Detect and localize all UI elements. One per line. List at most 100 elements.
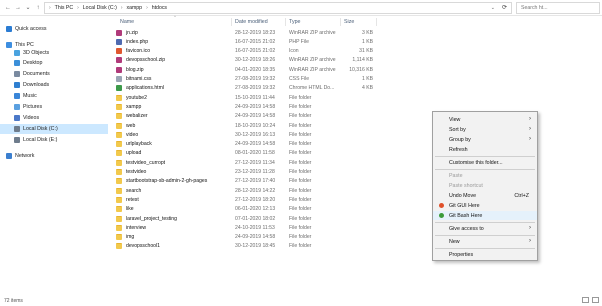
file-row[interactable]: testvideo_curropt 27-12-2019 11:34 File fo… [114,158,384,167]
file-row[interactable]: blog.zip 04-01-2020 18:35 WinRAR ZIP archi… [114,65,384,74]
forward-arrow-icon[interactable]: → [14,4,22,12]
file-row[interactable]: xampp 24-09-2019 14:58 File folder [114,102,384,111]
breadcrumb-xampp[interactable]: xampp [126,5,142,11]
documents-icon [14,71,20,77]
search-input[interactable]: Search ht... [516,2,600,14]
file-date-modified: 27-08-2019 19:32 [235,85,276,92]
breadcrumb-this-pc[interactable]: This PC [55,5,73,11]
menu-item-give-access-to[interactable]: Give access to › [433,224,537,233]
file-row[interactable]: upload 08-01-2020 11:58 File folder [114,149,384,158]
details-view-icon[interactable] [582,297,589,303]
menu-item-group-by[interactable]: Group by › [433,135,537,144]
file-row[interactable]: img 24-09-2019 14:58 File folder [114,233,384,242]
file-name: devopsschool.zip [126,57,166,64]
file-row[interactable]: applications.html 27-08-2019 19:32 Chrome … [114,84,384,93]
menu-item-git-bash-here[interactable]: Git Bash Here [433,211,537,220]
menu-item-label: Properties [449,251,474,258]
nav-item-desktop[interactable]: Desktop [0,58,108,68]
column-header-date-modified[interactable]: Date modified [235,19,268,25]
file-date-modified: 18-10-2019 10:24 [235,122,276,129]
file-size: 1,114 KB [352,57,373,64]
nav-item-music[interactable]: Music [0,91,108,101]
chrome-icon [116,85,122,92]
file-row[interactable]: youtube2 15-10-2019 11:44 File folder [114,93,384,102]
file-row[interactable]: testvideo 23-12-2019 11:28 File folder [114,168,384,177]
file-date-modified: 24-09-2019 14:58 [235,103,276,110]
file-row[interactable]: like 06-01-2020 12:13 File folder [114,205,384,214]
nav-item-pictures[interactable]: Pictures [0,102,108,112]
breadcrumb-separator-icon[interactable]: › [121,5,123,11]
file-row[interactable]: urlplayback 24-09-2019 14:58 File folder [114,140,384,149]
nav-item-label: Local Disk (C:) [23,126,58,132]
nav-item-label: Quick access [15,26,47,32]
nav-item-local-disk-c[interactable]: Local Disk (C:) [0,124,108,134]
breadcrumb-local-disk[interactable]: Local Disk (C:) [83,5,117,11]
file-name: startbootstrap-sb-admin-2-gh-pages [126,178,208,185]
file-row[interactable]: laravel_project_testing 07-01-2020 18:02 F… [114,214,384,223]
css-file-icon [116,76,122,82]
menu-item-refresh[interactable]: Refresh [433,145,537,154]
breadcrumb-separator-icon[interactable]: › [77,5,79,11]
menu-item-label: View [449,116,461,123]
up-arrow-icon[interactable]: ↑ [34,4,42,12]
nav-item-label: Documents [23,71,50,77]
column-divider[interactable] [285,18,286,26]
column-headers: Name ^ Date modified Type Size [114,14,394,27]
file-row[interactable]: favicon.ico 16-07-2015 21:02 Icon 31 KB [114,47,384,56]
file-row[interactable]: devopsschool1 30-12-2019 18:45 File folder [114,242,384,251]
column-divider[interactable] [231,18,232,26]
folder-icon [116,122,122,129]
file-type: WinRAR ZIP archive [289,29,336,36]
nav-item-3d-objects[interactable]: 3D Objects [0,48,108,58]
file-row[interactable]: retest 27-12-2019 18:20 File folder [114,195,384,204]
file-row[interactable]: jn.zip 28-12-2019 18:23 WinRAR ZIP archive… [114,28,384,37]
folder-icon [116,178,122,185]
nav-item-videos[interactable]: Videos [0,113,108,123]
menu-item-label: Sort by [449,126,466,133]
menu-item-sort-by[interactable]: Sort by › [433,125,537,134]
address-bar[interactable]: › This PC › Local Disk (C:) › xampp › ht… [44,2,512,14]
column-header-name[interactable]: Name [120,19,134,25]
file-type: File folder [289,141,312,148]
file-row[interactable]: video 30-12-2019 16:13 File folder [114,130,384,139]
nav-item-local-disk-e[interactable]: Local Disk (E:) [0,135,108,145]
breadcrumb-separator-icon[interactable]: › [146,5,148,11]
file-row[interactable]: interview 24-10-2019 11:53 File folder [114,223,384,232]
column-header-size[interactable]: Size [344,19,354,25]
nav-item-network[interactable]: Network [0,151,108,161]
file-row[interactable]: bitnami.css 27-08-2019 19:32 CSS File 1 KB [114,75,384,84]
file-row[interactable]: index.php 16-07-2015 21:02 PHP File 1 KB [114,37,384,46]
file-name: favicon.ico [126,48,151,55]
menu-item-undo-move[interactable]: Undo Move Ctrl+Z [433,191,537,200]
file-type: File folder [289,150,312,157]
column-divider[interactable] [376,18,377,26]
file-row[interactable]: startbootstrap-sb-admin-2-gh-pages 27-12-… [114,177,384,186]
column-divider[interactable] [340,18,341,26]
menu-item-new[interactable]: New › [433,237,537,246]
submenu-chevron-icon: › [529,126,531,132]
file-row[interactable]: webalizer 24-09-2019 14:58 File folder [114,112,384,121]
large-icons-view-icon[interactable] [592,297,599,303]
recent-locations-chevron-icon[interactable]: ⌄ [24,4,32,12]
file-type: Chrome HTML Do... [289,85,335,92]
column-header-type[interactable]: Type [289,19,300,25]
menu-item-view[interactable]: View › [433,115,537,124]
file-row[interactable]: web 18-10-2019 10:24 File folder [114,121,384,130]
menu-item-git-gui-here[interactable]: Git GUI Here [433,201,537,210]
file-row[interactable]: search 28-12-2019 14:22 File folder [114,186,384,195]
refresh-icon[interactable]: ⟳ [502,4,507,11]
file-type: CSS File [289,76,310,83]
nav-item-quick-access[interactable]: Quick access [0,24,108,34]
breadcrumb-root-chevron-icon[interactable]: › [49,5,51,11]
address-history-chevron-icon[interactable]: ⌄ [491,5,495,11]
nav-item-label: Desktop [23,60,43,66]
file-row[interactable]: devopsschool.zip 30-12-2019 18:26 WinRAR Z… [114,56,384,65]
file-date-modified: 27-12-2019 17:40 [235,178,276,185]
nav-item-downloads[interactable]: Downloads [0,80,108,90]
breadcrumb-htdocs[interactable]: htdocs [152,5,167,11]
menu-item-customise-this-folder[interactable]: Customise this folder... [433,158,537,167]
back-arrow-icon[interactable]: ← [4,4,12,12]
menu-item-properties[interactable]: Properties [433,250,537,259]
menu-item-label: New [449,238,460,245]
nav-item-documents[interactable]: Documents [0,69,108,79]
